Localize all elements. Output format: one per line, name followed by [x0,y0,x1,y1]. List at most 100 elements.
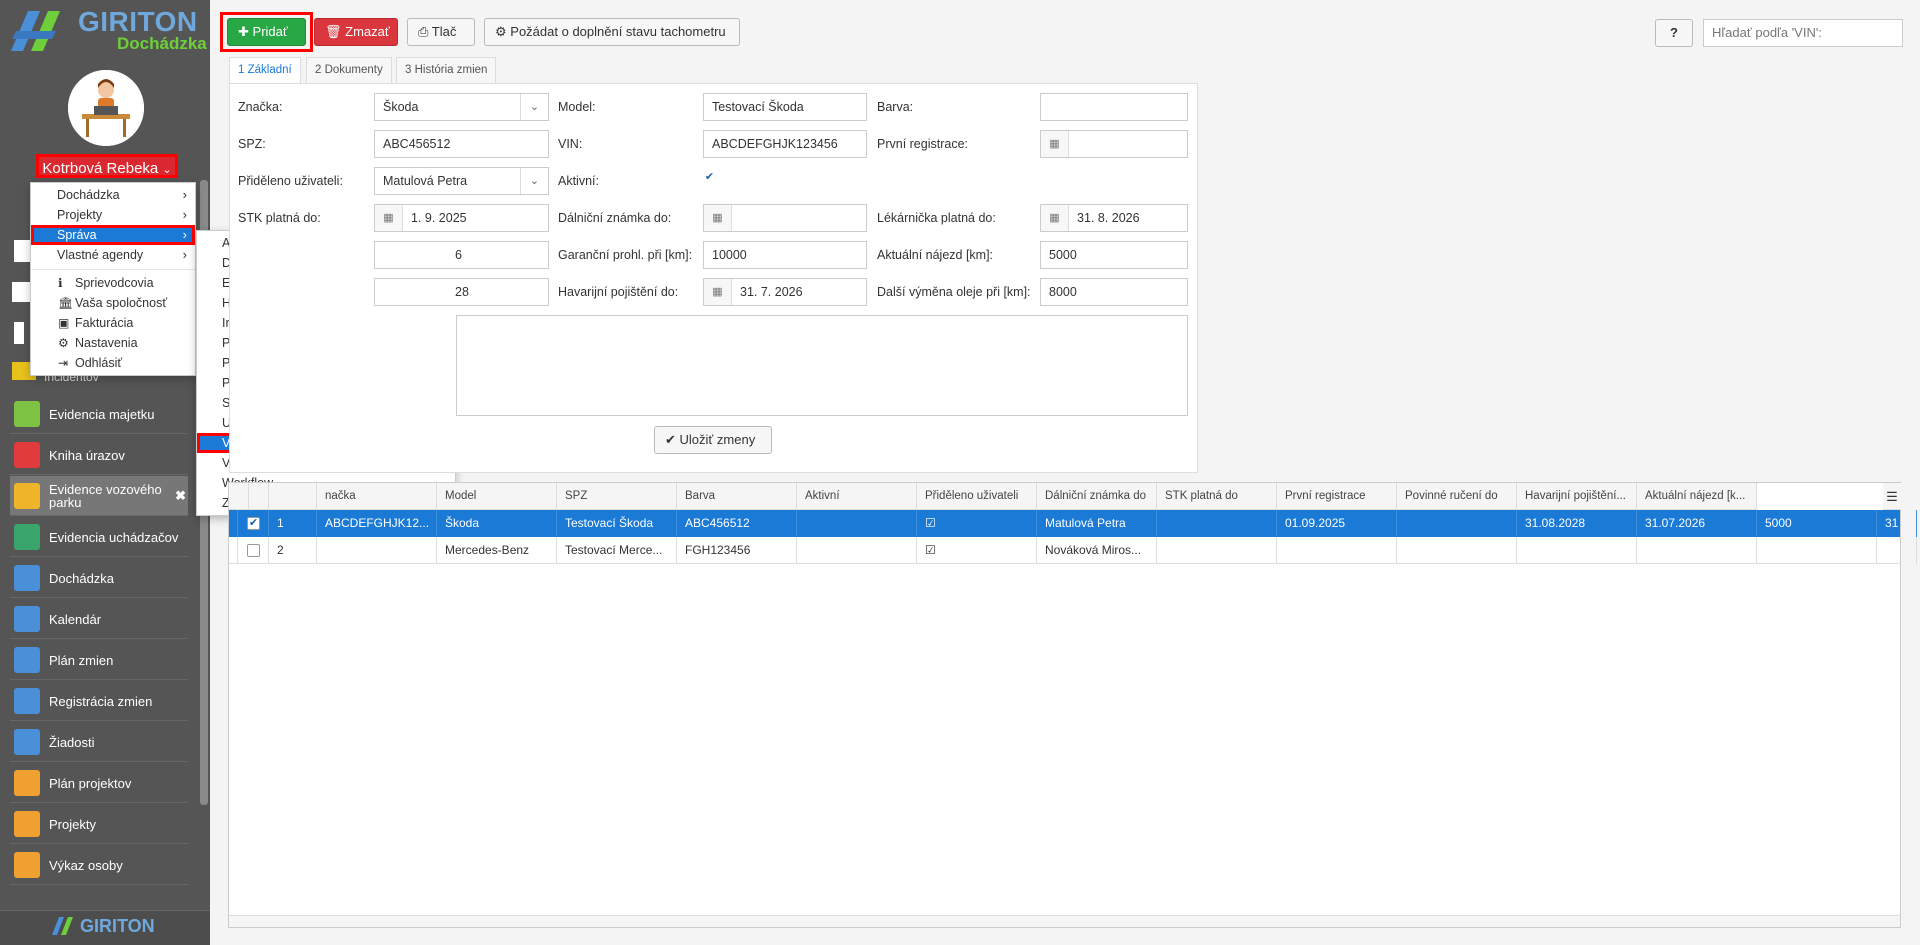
row-checkbox[interactable] [247,544,260,557]
sidebar-item-11[interactable]: Projekty [10,804,188,844]
close-icon[interactable]: ✖ [175,488,186,504]
save-button[interactable]: ✔ Uložiť zmeny [654,426,772,454]
sidebar-item-3[interactable]: Evidence vozového parku ✖ [10,476,188,516]
grid-cell-spz: ABC456512 [677,510,797,537]
najezd-input[interactable]: 5000 [1040,241,1188,269]
avatar[interactable] [68,70,144,146]
grid-col-header[interactable]: STK platná do [1157,483,1277,510]
sidebar-item-4[interactable]: Evidencia uchádzačov [10,517,188,557]
model-input[interactable]: Testovací Škoda [703,93,867,121]
sidebar-item-5[interactable]: Dochádzka [10,558,188,598]
sidebar-item-label: Evidencia majetku [49,406,155,422]
znacka-select[interactable]: Škoda ⌄ [374,93,549,121]
user-icon [14,565,40,591]
grid-cell-prvni [1397,537,1517,564]
grid-horizontal-scrollbar[interactable] [229,915,1900,927]
grid-col-header[interactable]: Barva [677,483,797,510]
print-button[interactable]: ⎙ Tlač [407,18,475,46]
grid-col-header[interactable] [249,483,269,510]
menu-item-nastavenia[interactable]: ⚙ Nastavenia [31,333,195,353]
aktivni-checkbox[interactable]: ✔ [703,172,716,185]
grid-col-header[interactable]: SPZ [557,483,677,510]
menu-item-label: Odhlásiť [75,356,123,370]
label-olej: Další výměna oleje při [km]: [877,285,1031,299]
barva-input[interactable] [1040,93,1188,121]
havarijni-value: 31. 7. 2026 [740,285,803,299]
grid-col-header[interactable]: Aktuální nájezd [k... [1637,483,1757,510]
sidebar-item-10[interactable]: Plán projektov [10,763,188,803]
menu-item-vlastne-agendy[interactable]: Vlastné agendy › [31,245,195,265]
sidebar-item-label: Projekty [49,816,96,832]
delete-button[interactable]: 🗑 Zmazať [314,18,398,46]
row6-left-input[interactable]: 28 [374,278,549,306]
menu-item-fakturacia[interactable]: ▣ Fakturácia [31,313,195,333]
grid-col-header[interactable]: Havarijní pojištění... [1517,483,1637,510]
user-menu-button[interactable]: Kotrbová Rebeka ⌄ [36,154,178,178]
sidebar-item-1[interactable]: Evidencia majetku [10,394,188,434]
vin-input[interactable]: ABCDEFGHJK123456 [703,130,867,158]
garancni-input[interactable]: 10000 [703,241,867,269]
label-vin: VIN: [558,137,583,151]
row6-left-partial: 28 [455,285,469,299]
menu-item-sprievodcovia[interactable]: ℹ Sprievodcovia [31,273,195,293]
menu-item-sprava[interactable]: Správa › [31,225,195,245]
row-checkbox-cell [237,537,269,564]
grid-col-header[interactable]: načka [317,483,437,510]
grid-col-header[interactable] [229,483,249,510]
notes-textarea[interactable] [456,315,1188,416]
stk-date[interactable]: ▦ 1. 9. 2025 [374,204,549,232]
giriton-small-logo-icon [50,915,76,937]
sidebar-item-12[interactable]: Výkaz osoby [10,845,188,885]
label-garancni: Garanční prohl. při [km]: [558,248,693,262]
sidebar-item-9[interactable]: Žiadosti [10,722,188,762]
calendar-icon: ▦ [1041,131,1069,157]
prvni-registrace-date[interactable]: ▦ [1040,130,1188,158]
request-button-label: Požádat o doplnění stavu tachometru [510,24,726,39]
prideleno-select[interactable]: Matulová Petra ⌄ [374,167,549,195]
logo[interactable]: GIRITON Dochádzka [0,0,210,60]
povinne-ruceni-input[interactable]: 6 [374,241,549,269]
sidebar-item-2[interactable]: Kniha úrazov [10,435,188,475]
menu-item-projekty[interactable]: Projekty › [31,205,195,225]
gears-icon: ⚙ [495,24,507,39]
grid-col-header[interactable]: První registrace [1277,483,1397,510]
grid-cell-extra: 31 [1877,510,1917,537]
table-row[interactable]: ✔ 1 ABCDEFGHJK12... Škoda Testovací Škoda ABC… [229,510,1917,537]
row-checkbox[interactable]: ✔ [247,517,260,530]
sidebar-item-label: Výkaz osoby [49,857,123,873]
menu-item-dochadzka[interactable]: Dochádzka › [31,185,195,205]
request-tachometer-button[interactable]: ⚙ Požádat o doplnění stavu tachometru [484,18,740,46]
dalnicni-date[interactable]: ▦ [703,204,867,232]
grid-menu-icon[interactable]: ☰ [1883,483,1901,510]
grid-col-header[interactable]: Model [437,483,557,510]
grid-cell-najezd [1757,537,1877,564]
menu-item-odhlasit[interactable]: ⇥ Odhlásiť [31,353,195,373]
grid-col-header[interactable] [269,483,317,510]
tab-historia-zmien[interactable]: 3 História zmien [396,57,497,83]
grid-cell-prvni [1397,510,1517,537]
grid-cell-dalnicni [1157,510,1277,537]
havarijni-date[interactable]: ▦ 31. 7. 2026 [703,278,867,306]
menu-item-vasa-spolocnost[interactable]: 🏛 Vaša spoločnosť [31,293,195,313]
olej-input[interactable]: 8000 [1040,278,1188,306]
grid-col-header[interactable]: Přiděleno uživateli [917,483,1037,510]
sidebar-item-6[interactable]: Kalendár [10,599,188,639]
ambulance-icon [14,442,40,468]
sidebar-item-8[interactable]: Registrácia zmien [10,681,188,721]
tab-dokumenty[interactable]: 2 Dokumenty [306,57,392,83]
user-avatar-icon [68,70,144,146]
table-row[interactable]: 2 Mercedes-Benz Testovací Merce... FGH12345… [229,537,1917,564]
calendar-icon [14,811,40,837]
lekarnicka-date[interactable]: ▦ 31. 8. 2026 [1040,204,1188,232]
tab-zakladni[interactable]: 1 Základní [229,57,301,84]
search-input[interactable]: Hľadať podľa 'VIN': [1703,19,1903,47]
add-button[interactable]: ✚ Pridať [227,18,306,46]
sidebar-item-7[interactable]: Plán zmien [10,640,188,680]
grid-col-header[interactable]: Povinné ručení do [1397,483,1517,510]
menu-item-label: Dochádzka [57,188,120,202]
help-button[interactable]: ? [1655,19,1693,47]
grid-col-header[interactable]: Aktivní [797,483,917,510]
chevron-right-icon: › [182,227,187,242]
grid-col-header[interactable]: Dálniční známka do [1037,483,1157,510]
spz-input[interactable]: ABC456512 [374,130,549,158]
